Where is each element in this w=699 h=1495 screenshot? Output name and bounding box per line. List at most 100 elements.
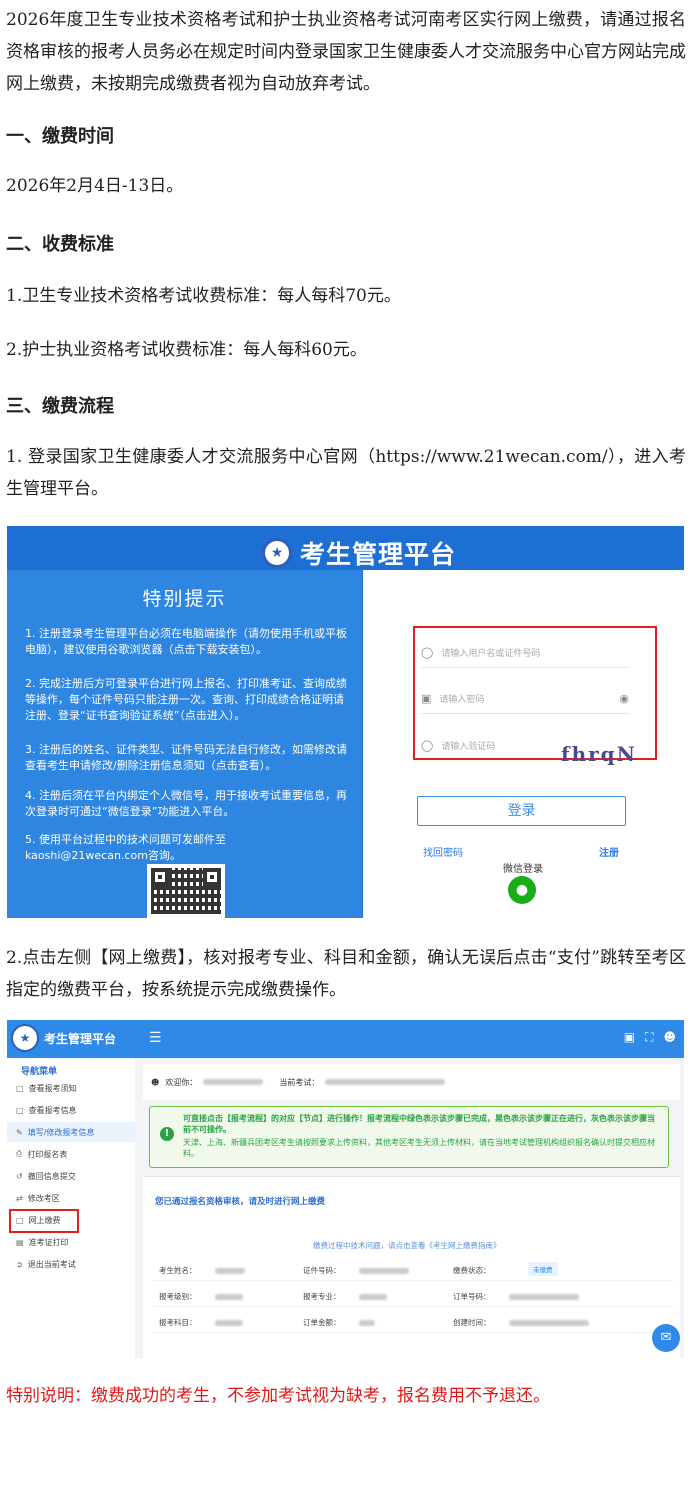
welcome-bar: ☻ 欢迎你： 当前考试： xyxy=(143,1064,680,1100)
tip-item: 2. 完成注册后方可登录平台进行网上报名、打印准考证、查询成绩等操作，每个证件号… xyxy=(25,677,347,722)
wechat-icon[interactable]: ● xyxy=(508,876,536,904)
username-placeholder: 请输入用户名或证件号码 xyxy=(441,649,541,659)
payment-time-text: 2026年2月4日-13日。 xyxy=(6,176,184,196)
top-bar-actions: ▣ ⛶ ☻ xyxy=(624,1030,676,1045)
process-notice: ! 可直接点击【报考流程】的对应【节点】进行操作！报考流程中绿色表示该步骤已完成… xyxy=(149,1106,669,1168)
payment-guide-link[interactable]: 缴费过程中技术问题，请点击查看《考生网上缴费指南》 xyxy=(313,1240,501,1251)
captcha-image[interactable]: fhrqN xyxy=(561,742,637,772)
platform-title: 考生管理平台 xyxy=(44,1031,117,1046)
edit-icon: ✎ xyxy=(16,1127,23,1137)
highlight-box xyxy=(9,1209,79,1233)
wechat-qr-code xyxy=(147,864,225,918)
field-label: 考生姓名： xyxy=(159,1266,197,1275)
table-row: 考生姓名： 证件号码： 缴费状态： 未缴费 xyxy=(153,1257,673,1281)
exit-icon: ➲ xyxy=(16,1259,23,1269)
tips-title: 特别提示 xyxy=(142,588,227,610)
tip-item: 1. 注册登录考生管理平台必须在电脑端操作（请勿使用手机或平板电脑），建议使用谷… xyxy=(25,627,347,656)
chat-icon[interactable]: ✉ xyxy=(652,1324,680,1352)
swap-icon: ⇄ xyxy=(16,1193,23,1203)
section-heading-fee-standard: 二、收费标准 xyxy=(6,234,114,255)
sidebar-item-withdraw[interactable]: ↺ 撤回信息提交 xyxy=(7,1166,135,1186)
payment-page-screenshot: ★ 考生管理平台 ☰ ▣ ⛶ ☻ 导航菜单 □ 查看报考须知 □ 查看报考信息 ✎ 填… xyxy=(7,1020,684,1358)
special-note: 特别说明：缴费成功的考生，不参加考试视为缺考，报名费用不予退还。 xyxy=(6,1386,550,1406)
field-label: 报考专业： xyxy=(303,1292,341,1301)
ticket-icon: ▤ xyxy=(16,1237,24,1247)
emblem-icon: ★ xyxy=(262,538,292,568)
captcha-field[interactable]: ◯ 请输入验证码 xyxy=(421,730,561,760)
lock-icon[interactable]: ▣ xyxy=(624,1030,635,1045)
section-heading-payment-process: 三、缴费流程 xyxy=(6,396,114,417)
alert-icon: ! xyxy=(160,1127,174,1141)
nav-heading: 导航菜单 xyxy=(21,1067,58,1077)
blurred-exam xyxy=(325,1079,446,1085)
tip-item: 5. 使用平台过程中的技术问题可发邮件至kaoshi@21wecan.com咨询… xyxy=(25,833,226,862)
status-badge: 未缴费 xyxy=(528,1262,558,1276)
special-tips-panel: 特别提示 1. 注册登录考生管理平台必须在电脑端操作（请勿使用手机或平板电脑），… xyxy=(7,570,362,918)
sidebar-item-label: 查看报考须知 xyxy=(28,1083,77,1093)
doc-icon: □ xyxy=(16,1105,24,1115)
tip-item: 3. 注册后的姓名、证件类型、证件号码无法自行修改，如需修改请查看考生申请修改/… xyxy=(25,743,347,772)
sidebar-item-print-form[interactable]: ⎙ 打印报名表 xyxy=(7,1144,135,1164)
password-field[interactable]: ▣ 请输入密码 ◉ xyxy=(421,684,629,714)
login-platform-screenshot: ★ 考生管理平台 特别提示 1. 注册登录考生管理平台必须在电脑端操作（请勿使用… xyxy=(7,526,684,918)
fee-item-2: 2.护士执业资格考试收费标准：每人每科60元。 xyxy=(6,340,367,360)
login-panel: ◯ 请输入用户名或证件号码 ▣ 请输入密码 ◉ ◯ 请输入验证码 fhrqN 登… xyxy=(363,570,684,918)
password-placeholder: 请输入密码 xyxy=(439,695,485,705)
user-icon: ◯ xyxy=(421,646,434,659)
notice-line-1: 可直接点击【报考流程】的对应【节点】进行操作！报考流程中绿色表示该步骤已完成，黑… xyxy=(183,1114,655,1134)
sidebar-item-label: 修改考区 xyxy=(27,1193,60,1203)
avatar-icon[interactable]: ☻ xyxy=(663,1030,676,1045)
forgot-password-link[interactable]: 找回密码 xyxy=(423,844,463,859)
eye-icon[interactable]: ◉ xyxy=(619,692,629,705)
sidebar-item-exit-exam[interactable]: ➲ 退出当前考试 xyxy=(7,1254,135,1274)
username-field[interactable]: ◯ 请输入用户名或证件号码 xyxy=(421,638,629,668)
sidebar-item-label: 撤回信息提交 xyxy=(27,1171,76,1181)
platform-brand: ★ 考生管理平台 xyxy=(11,1024,116,1052)
payment-card: 您已通过报名资格审核，请及时进行网上缴费 缴费过程中技术问题，请点击查看《考生网… xyxy=(143,1176,680,1358)
sidebar-item-label: 查看报考信息 xyxy=(28,1105,77,1115)
emblem-icon: ★ xyxy=(11,1024,39,1052)
sidebar-item-label: 退出当前考试 xyxy=(27,1259,76,1269)
field-label: 缴费状态： xyxy=(453,1266,491,1275)
captcha-placeholder: 请输入验证码 xyxy=(441,741,496,752)
current-exam-label: 当前考试： xyxy=(279,1077,320,1087)
user-icon: ☻ xyxy=(151,1077,160,1087)
lock-icon: ▣ xyxy=(421,692,432,705)
field-label: 订单号码： xyxy=(453,1292,491,1301)
platform-title: 考生管理平台 xyxy=(300,540,457,569)
field-label: 证件号码： xyxy=(303,1266,341,1275)
card-title: 您已通过报名资格审核，请及时进行网上缴费 xyxy=(155,1197,326,1207)
sidebar-item-label: 准考证打印 xyxy=(28,1237,69,1247)
notice-line-2: 天津、上海、新疆兵团考区考生请按照要求上传资料，其他考区考生无须上传材料，请在当… xyxy=(183,1138,655,1158)
section-heading-payment-time: 一、缴费时间 xyxy=(6,126,114,147)
print-icon: ⎙ xyxy=(16,1149,23,1158)
intro-paragraph: 2026年度卫生专业技术资格考试和护士执业资格考试河南考区实行网上缴费，请通过报… xyxy=(6,10,686,94)
menu-toggle-icon[interactable]: ☰ xyxy=(149,1030,162,1046)
tip-item: 4. 注册后须在平台内绑定个人微信号，用于接收考试重要信息，再次登录时可通过“微… xyxy=(25,789,347,818)
sidebar-item-label: 打印报名表 xyxy=(27,1149,68,1159)
sidebar-item-info[interactable]: □ 查看报考信息 xyxy=(7,1100,135,1120)
table-row: 报考级别： 报考专业： 订单号码： xyxy=(153,1283,673,1307)
fullscreen-icon[interactable]: ⛶ xyxy=(645,1030,653,1045)
register-link[interactable]: 注册 xyxy=(599,844,619,859)
top-bar: ★ 考生管理平台 ☰ ▣ ⛶ ☻ xyxy=(7,1020,684,1058)
fee-item-1: 1.卫生专业技术资格考试收费标准：每人每科70元。 xyxy=(6,286,401,306)
process-step-1: 1. 登录国家卫生健康委人才交流服务中心官网（https://www.21wec… xyxy=(6,447,686,499)
doc-icon: □ xyxy=(16,1083,24,1093)
sidebar-item-edit[interactable]: ✎ 填写/修改报考信息 xyxy=(7,1122,135,1142)
table-row: 报考科目： 订单金额： 创建时间： xyxy=(153,1309,673,1333)
field-label: 报考级别： xyxy=(159,1292,197,1301)
sidebar-item-notice[interactable]: □ 查看报考须知 xyxy=(7,1078,135,1098)
sidebar-item-change-area[interactable]: ⇄ 修改考区 xyxy=(7,1188,135,1208)
undo-icon: ↺ xyxy=(16,1171,23,1181)
field-label: 报考科目： xyxy=(159,1318,197,1327)
sidebar: 导航菜单 □ 查看报考须知 □ 查看报考信息 ✎ 填写/修改报考信息 ⎙ 打印报名表 ↺… xyxy=(7,1058,135,1358)
welcome-label: 欢迎你： xyxy=(165,1077,198,1087)
sidebar-item-admission-ticket[interactable]: ▤ 准考证打印 xyxy=(7,1232,135,1252)
login-button[interactable]: 登录 xyxy=(417,796,626,826)
shield-icon: ◯ xyxy=(421,738,434,752)
field-label: 创建时间： xyxy=(453,1318,491,1327)
field-label: 订单金额： xyxy=(303,1318,341,1327)
platform-brand: ★ 考生管理平台 xyxy=(262,536,456,570)
sidebar-item-label: 填写/修改报考信息 xyxy=(27,1127,95,1137)
